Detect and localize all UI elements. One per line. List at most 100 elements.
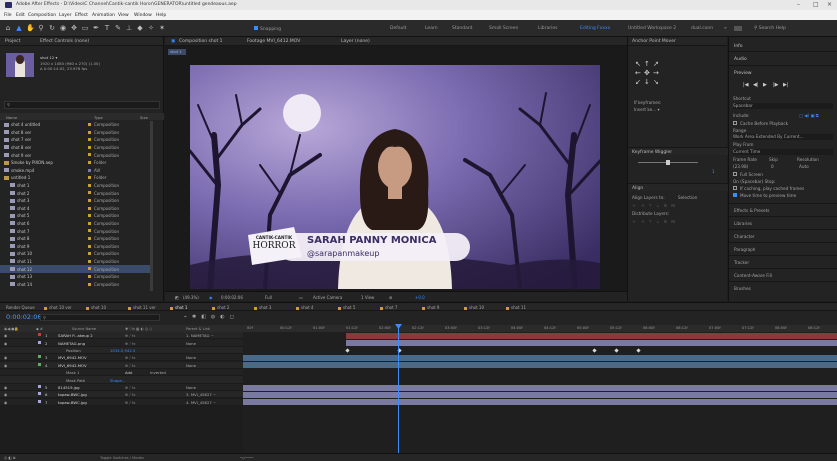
layer-duration-bar[interactable] bbox=[243, 354, 837, 361]
layer-label-swatch[interactable] bbox=[38, 333, 41, 337]
keyframe-wiggler-title[interactable]: Keyframe Wiggler bbox=[632, 150, 672, 155]
timeline-tab[interactable]: shot 3 bbox=[254, 305, 271, 310]
project-item[interactable]: shot 13 Composition bbox=[0, 273, 150, 280]
label-column[interactable]: ◆ # bbox=[36, 327, 43, 331]
timeline-tab[interactable]: shot 2 bbox=[212, 305, 229, 310]
anchor-bottom-right-icon[interactable]: ↘ bbox=[653, 79, 659, 86]
resolution-select-preview[interactable]: Auto bbox=[799, 164, 809, 169]
layer-parent-select[interactable]: None bbox=[186, 355, 196, 360]
timeline-switch-icons[interactable]: ⌁✱◧◍◐◻ bbox=[184, 314, 239, 320]
workspace-small-screen[interactable]: Small Screen bbox=[489, 26, 518, 31]
timeline-tab[interactable]: shot 1 bbox=[170, 305, 187, 310]
search-help-field[interactable]: ⚲ Search Help bbox=[754, 26, 786, 31]
visibility-eye-icon[interactable]: ◉ bbox=[4, 385, 7, 390]
label-color-swatch[interactable] bbox=[88, 191, 91, 195]
workspace-editing[interactable]: Editing Fxxxx bbox=[580, 26, 610, 31]
workspace-learn[interactable]: Learn bbox=[425, 26, 438, 31]
always-preview-icon[interactable]: ◩ bbox=[175, 295, 179, 300]
label-color-swatch[interactable] bbox=[88, 161, 91, 164]
position-value[interactable]: 1034.5,942.5 bbox=[110, 348, 135, 353]
time-ruler[interactable]: 00f 00:12f 01:00f 01:12f 02:00f 02:12f 03:00f 0… bbox=[243, 325, 837, 332]
workspace-libraries[interactable]: Libraries bbox=[538, 26, 557, 31]
project-item[interactable]: shot 9 ver Composition bbox=[0, 151, 150, 158]
panel-header-content-aware-fill[interactable]: Content-Aware Fill bbox=[729, 268, 837, 281]
visibility-eye-icon[interactable]: ◉ bbox=[4, 392, 7, 397]
layer-row[interactable]: ◉ 3 ⊕ ⧸ fx None MVI_6942.MOV bbox=[0, 354, 243, 362]
anchor-top-left-icon[interactable]: ↖ bbox=[635, 61, 641, 68]
label-color-swatch[interactable] bbox=[88, 252, 91, 256]
region-of-interest-icon[interactable]: ▭ bbox=[299, 295, 303, 300]
type-icon[interactable]: T bbox=[103, 24, 111, 32]
layer-switches[interactable]: ⊕ ⧸ fx bbox=[125, 400, 135, 405]
layer-duration-bar[interactable] bbox=[346, 332, 837, 339]
snapping-checkbox[interactable]: Snapping bbox=[254, 26, 281, 32]
workspace-panel-icon[interactable] bbox=[734, 26, 742, 31]
camera-icon[interactable]: ◉ bbox=[59, 24, 67, 32]
panel-header-brushes[interactable]: Brushes bbox=[729, 281, 837, 294]
label-color-swatch[interactable] bbox=[88, 244, 91, 248]
layer-name[interactable]: Mask 1 bbox=[66, 370, 79, 375]
layer-name[interactable]: Position bbox=[66, 348, 81, 353]
layer-label-swatch[interactable] bbox=[38, 340, 41, 344]
info-panel-title[interactable]: Info bbox=[734, 44, 743, 49]
align-to-select[interactable]: Selection bbox=[678, 195, 697, 200]
project-item[interactable]: shot 8 ver Composition bbox=[0, 144, 150, 151]
cache-checkbox[interactable] bbox=[733, 121, 737, 125]
preview-last-frame-icon[interactable]: ▶| bbox=[783, 82, 789, 88]
label-color-swatch[interactable] bbox=[88, 145, 91, 149]
audio-panel-title[interactable]: Audio bbox=[734, 57, 747, 62]
anchor-bottom-icon[interactable]: ↓ bbox=[644, 79, 650, 86]
label-color-swatch[interactable] bbox=[88, 282, 91, 286]
menu-view[interactable]: View bbox=[118, 13, 129, 18]
preview-play-icon[interactable]: ▶ bbox=[763, 82, 767, 88]
source-name-column[interactable]: Source Name bbox=[72, 327, 96, 331]
label-color-swatch[interactable] bbox=[88, 237, 91, 240]
layer-row[interactable]: ◉ 1 ⊕ ⧸ fx 1. NAMETAG ~ SARAH P...akeup 2 bbox=[0, 332, 243, 340]
timeline-tab[interactable]: shot 10 bbox=[86, 305, 106, 310]
composition-viewer[interactable]: CANTIK-CANTIK HORROR SARAH PANNY MONICA … bbox=[190, 65, 600, 289]
framerate-select[interactable]: (23.98) bbox=[733, 164, 748, 169]
project-item[interactable]: shot 5 Composition bbox=[0, 212, 150, 219]
layer-duration-bar[interactable] bbox=[243, 362, 837, 369]
workspace-standard[interactable]: Standard bbox=[452, 26, 472, 31]
anchor-point-mover-title[interactable]: Anchor Point Mover bbox=[632, 39, 676, 44]
anchor-bottom-left-icon[interactable]: ↙ bbox=[635, 79, 641, 86]
wiggler-value[interactable]: 1 bbox=[712, 169, 715, 174]
timeline-tab[interactable]: shot 10 ver bbox=[44, 305, 72, 310]
zoom-icon[interactable]: ⚲ bbox=[37, 24, 45, 32]
label-color-swatch[interactable] bbox=[88, 168, 91, 172]
rotate-icon[interactable]: ↻ bbox=[48, 24, 56, 32]
layer-property-row[interactable]: Position 1034.5,942.5 bbox=[0, 346, 243, 354]
preview-panel-title[interactable]: Preview bbox=[734, 71, 752, 76]
anchor-right-icon[interactable]: → bbox=[653, 70, 659, 77]
puppet-icon[interactable]: ✶ bbox=[158, 24, 166, 32]
layer-duration-bar[interactable] bbox=[346, 340, 837, 347]
layer-property-row[interactable]: Mask Path Shape... bbox=[0, 376, 243, 384]
layer-switches[interactable]: ⊕ ⧸ fx bbox=[125, 363, 135, 368]
grid-icon[interactable]: ⊞ bbox=[389, 295, 392, 300]
project-item[interactable]: shot 12 Composition bbox=[0, 265, 150, 273]
project-item[interactable]: shot 11 Composition bbox=[0, 258, 150, 265]
visibility-eye-icon[interactable]: ◉ bbox=[4, 355, 7, 360]
label-color-swatch[interactable] bbox=[88, 275, 91, 278]
keyframes-select[interactable]: Insert ke... ▾ bbox=[634, 107, 660, 112]
switches-column-icon[interactable]: ✱ ⧹ fx ▦ ◐ ◎ ⬡ bbox=[125, 327, 152, 331]
playfrom-select[interactable]: Current Time bbox=[733, 149, 833, 155]
layer-property-row[interactable]: Mask 1 Add Inverted bbox=[0, 369, 243, 377]
timeline-tab[interactable]: shot 11 bbox=[506, 305, 526, 310]
skip-select[interactable]: 0 bbox=[771, 164, 774, 169]
layer-name[interactable]: MVI_6942.MOV bbox=[58, 363, 87, 368]
timeline-tab[interactable]: Render Queue bbox=[6, 305, 35, 310]
fullscreen-checkbox[interactable] bbox=[733, 172, 737, 176]
project-item[interactable]: smoke.mp4 AVI bbox=[0, 167, 150, 174]
menu-composition[interactable]: Composition bbox=[28, 13, 56, 18]
project-item[interactable]: shot 9 Composition bbox=[0, 243, 150, 250]
project-item[interactable]: untitled 1 Folder bbox=[0, 174, 150, 181]
layer-row[interactable]: ◉ 4 ⊕ ⧸ fx None MVI_6942.MOV bbox=[0, 361, 243, 369]
label-color-swatch[interactable] bbox=[88, 206, 91, 210]
project-item[interactable]: shot 3 Composition bbox=[0, 197, 150, 204]
layer-switches[interactable]: ⊕ ⧸ fx bbox=[125, 341, 135, 346]
brush-icon[interactable]: ✎ bbox=[114, 24, 122, 32]
label-color-swatch[interactable] bbox=[88, 176, 91, 180]
layer-parent-select[interactable]: 1. NAMETAG ~ bbox=[186, 333, 214, 338]
